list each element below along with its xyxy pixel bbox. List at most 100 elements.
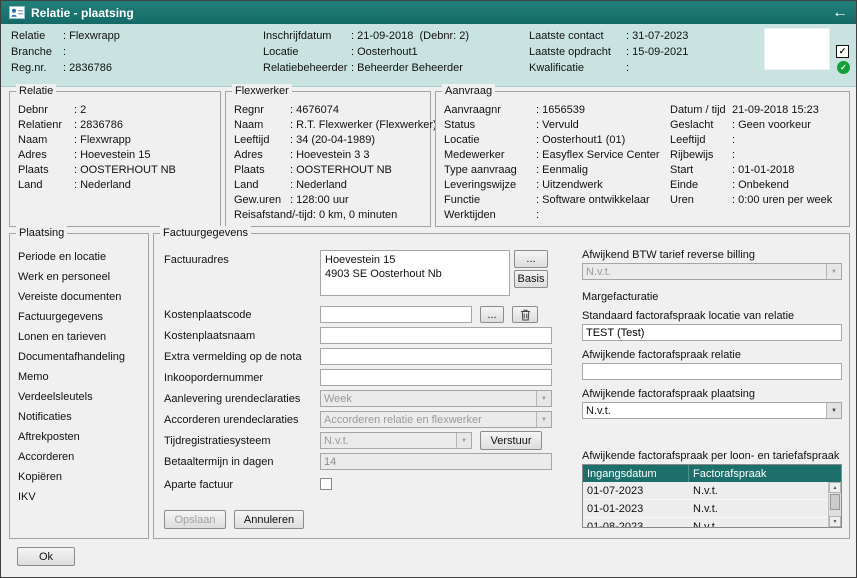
sidebar-item-kopieren[interactable]: Kopiëren	[18, 467, 144, 487]
check-icon: ✓	[839, 47, 847, 56]
aanvraag-type-row: Type aanvraag: Eenmalig	[444, 163, 670, 178]
btw-reverse-billing-label: Afwijkend BTW tarief reverse billing	[582, 249, 755, 261]
flexwerker-gewuren-row: Gew.uren: 128:00 uur	[234, 193, 425, 208]
kostenplaats-delete-button[interactable]	[512, 306, 538, 323]
factuurgegevens-group: Factuurgegevens Factuuradres Hoevestein …	[153, 233, 850, 539]
extra-vermelding-input[interactable]	[320, 348, 552, 365]
sidebar-item-factuurgegevens[interactable]: Factuurgegevens	[18, 307, 144, 327]
table-scrollbar[interactable]: ▲ ▼	[828, 482, 841, 527]
photo-placeholder	[764, 28, 830, 70]
scroll-down-icon[interactable]: ▼	[829, 516, 841, 527]
sidebar-item-periode-en-locatie[interactable]: Periode en locatie	[18, 247, 144, 267]
aanvraag-right-col: Datum / tijd21-09-2018 15:23 Geslacht: G…	[670, 103, 844, 223]
kostenplaatsnaam-input[interactable]	[320, 327, 552, 344]
factuuradres-ellipsis-button[interactable]: ...	[514, 250, 548, 268]
standaard-factorafspraak-input[interactable]	[582, 324, 842, 341]
kostenplaatsnaam-label: Kostenplaatsnaam	[164, 330, 255, 342]
flexwerker-plaats-row: Plaats: OOSTERHOUT NB	[234, 163, 425, 178]
flexwerker-group: Flexwerker Regnr: 4676074 Naam: R.T. Fle…	[225, 91, 431, 227]
aanvraag-status-row: Status: Vervuld	[444, 118, 670, 133]
betaaltermijn-input	[320, 453, 552, 470]
status-ok-icon: ✓	[837, 61, 850, 74]
relation-card-icon	[9, 6, 25, 19]
hdr-laatste-contact-row: Laatste contact: 31-07-2023	[529, 28, 767, 44]
header-col-laatste: Laatste contact: 31-07-2023 Laatste opdr…	[529, 28, 767, 76]
aanvraag-legend: Aanvraag	[442, 84, 495, 98]
hdr-locatie-row: Locatie: Oosterhout1	[263, 44, 525, 60]
header-col-relatie: Relatie: Flexwrapp Branche: Reg.nr.: 283…	[11, 28, 256, 76]
aanlevering-urendeclaraties-select: Week▼	[320, 390, 552, 407]
chevron-down-icon: ▼	[536, 412, 551, 427]
factuurgegevens-legend: Factuurgegevens	[160, 226, 251, 240]
aanvraag-einde-row: Einde: Onbekend	[670, 178, 844, 193]
aanvraag-datumtijd-row: Datum / tijd21-09-2018 15:23	[670, 103, 844, 118]
sidebar-item-verdeelsleutels[interactable]: Verdeelsleutels	[18, 387, 144, 407]
hdr-branche-row: Branche:	[11, 44, 256, 60]
kostenplaatscode-input[interactable]	[320, 306, 472, 323]
plaatsing-legend: Plaatsing	[16, 226, 67, 240]
window-title: Relatie - plaatsing	[31, 6, 134, 20]
ok-button[interactable]: Ok	[17, 547, 75, 566]
aparte-factuur-checkbox[interactable]	[320, 478, 332, 490]
aanvraag-locatie-row: Locatie: Oosterhout1 (01)	[444, 133, 670, 148]
tijdregistratiesysteem-label: Tijdregistratiesysteem	[164, 435, 271, 447]
header-col-inschrijving: Inschrijfdatum: 21-09-2018 (Debnr: 2) Lo…	[263, 28, 525, 76]
basis-button[interactable]: Basis	[514, 270, 548, 288]
factorafspraak-tabel-label: Afwijkende factorafspraak per loon- en t…	[582, 450, 839, 462]
inkoopordernummer-label: Inkoopordernummer	[164, 372, 263, 384]
aanvraag-medewerker-row: Medewerker: Easyflex Service Center	[444, 148, 670, 163]
verstuur-button[interactable]: Verstuur	[480, 431, 542, 450]
flexwerker-reisafstand-row: Reisafstand/-tijd: 0 km, 0 minuten	[234, 208, 425, 223]
sidebar-item-aftrekposten[interactable]: Aftrekposten	[18, 427, 144, 447]
aanlevering-urendeclaraties-label: Aanlevering urendeclaraties	[164, 393, 300, 405]
scroll-up-icon[interactable]: ▲	[829, 482, 841, 493]
relatie-group: Relatie Debnr: 2 Relatienr: 2836786 Naam…	[9, 91, 221, 227]
relatie-plaats-row: Plaats: OOSTERHOUT NB	[18, 163, 215, 178]
chevron-down-icon: ▼	[826, 403, 841, 418]
tijdregistratiesysteem-select: N.v.t.▼	[320, 432, 472, 449]
afwijkende-factorafspraak-relatie-label: Afwijkende factorafspraak relatie	[582, 349, 741, 361]
afwijkende-factorafspraak-plaatsing-select[interactable]: N.v.t.▼	[582, 402, 842, 419]
header-checkbox[interactable]: ✓	[836, 45, 849, 58]
check-icon: ✓	[840, 64, 847, 72]
margefacturatie-title: Margefacturatie	[582, 291, 658, 303]
aanvraag-functie-row: Functie: Software ontwikkelaar	[444, 193, 670, 208]
table-row[interactable]: 01-07-2023 N.v.t.	[583, 482, 828, 500]
kostenplaatscode-label: Kostenplaatscode	[164, 309, 251, 321]
relatie-naam-row: Naam: Flexwrapp	[18, 133, 215, 148]
scroll-thumb[interactable]	[830, 494, 840, 510]
aanvraag-werktijden-row: Werktijden:	[444, 208, 670, 223]
back-button[interactable]: ←	[832, 5, 848, 21]
hdr-laatste-opdracht-row: Laatste opdracht: 15-09-2021	[529, 44, 767, 60]
sidebar-item-vereiste-documenten[interactable]: Vereiste documenten	[18, 287, 144, 307]
flexwerker-leeftijd-row: Leeftijd: 34 (20-04-1989)	[234, 133, 425, 148]
chevron-down-icon: ▼	[826, 264, 841, 279]
aanvraag-start-row: Start: 01-01-2018	[670, 163, 844, 178]
aanvraag-uren-row: Uren: 0:00 uren per week	[670, 193, 844, 208]
relatie-land-row: Land: Nederland	[18, 178, 215, 193]
inkoopordernummer-input[interactable]	[320, 369, 552, 386]
chevron-down-icon: ▼	[456, 433, 471, 448]
afwijkende-factorafspraak-relatie-input[interactable]	[582, 363, 842, 380]
sidebar-item-accorderen[interactable]: Accorderen	[18, 447, 144, 467]
sidebar-item-documentafhandeling[interactable]: Documentafhandeling	[18, 347, 144, 367]
factorafspraak-table: Ingangsdatum Factorafspraak 01-07-2023 N…	[582, 464, 842, 528]
kostenplaatscode-ellipsis-button[interactable]: ...	[480, 306, 504, 323]
plaatsing-group: Plaatsing Periode en locatie Werk en per…	[9, 233, 149, 539]
table-row[interactable]: 01-01-2023 N.v.t.	[583, 500, 828, 518]
sidebar-item-notificaties[interactable]: Notificaties	[18, 407, 144, 427]
annuleren-button[interactable]: Annuleren	[234, 510, 304, 529]
table-row[interactable]: 01-08-2023 N.v.t.	[583, 518, 828, 528]
table-header-ingangsdatum: Ingangsdatum	[583, 465, 689, 482]
sidebar-item-ikv[interactable]: IKV	[18, 487, 144, 507]
sidebar-item-werk-en-personeel[interactable]: Werk en personeel	[18, 267, 144, 287]
hdr-kwalificatie-row: Kwalificatie:	[529, 60, 767, 76]
relatie-debnr-row: Debnr: 2	[18, 103, 215, 118]
chevron-down-icon: ▼	[536, 391, 551, 406]
aanvraag-leveringswijze-row: Leveringswijze: Uitzendwerk	[444, 178, 670, 193]
sidebar-item-memo[interactable]: Memo	[18, 367, 144, 387]
standaard-factorafspraak-label: Standaard factorafspraak locatie van rel…	[582, 310, 794, 322]
hdr-relatie-row: Relatie: Flexwrapp	[11, 28, 256, 44]
relatie-relatienr-row: Relatienr: 2836786	[18, 118, 215, 133]
sidebar-item-lonen-en-tarieven[interactable]: Lonen en tarieven	[18, 327, 144, 347]
